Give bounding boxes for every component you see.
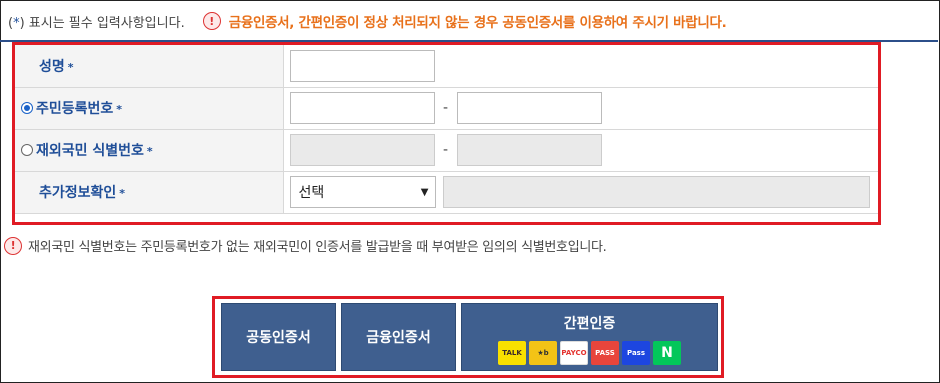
form-highlight-box <box>12 42 881 225</box>
naver-logo: N <box>653 341 681 365</box>
warning-text: 금융인증서, 간편인증이 정상 처리되지 않는 경우 공동인증서를 이용하여 주… <box>228 15 727 31</box>
simple-auth-title: 간편인증 <box>563 316 616 332</box>
info-note: ! 재외국민 식별번호는 주민등록번호가 없는 재외국민이 인증서를 발급받을 … <box>4 236 607 255</box>
simple-auth-button[interactable]: 간편인증 TALK ★b PAYCO PASS Pass N <box>461 303 718 371</box>
financial-certificate-button[interactable]: 금융인증서 <box>341 303 456 371</box>
joint-certificate-button[interactable]: 공동인증서 <box>221 303 336 371</box>
kb-logo: ★b <box>529 341 557 365</box>
payco-logo: PAYCO <box>560 341 588 365</box>
kakao-talk-logo: TALK <box>498 341 526 365</box>
samsung-pass-logo: Pass <box>622 341 650 365</box>
info-text: 재외국민 식별번호는 주민등록번호가 없는 재외국민이 인증서를 발급받을 때 … <box>28 240 607 255</box>
required-notice: (*) 표시는 필수 입력사항입니다. ! 금융인증서, 간편인증이 정상 처리… <box>8 10 727 32</box>
warning-icon: ! <box>202 12 221 30</box>
required-hint: (*) 표시는 필수 입력사항입니다. <box>8 15 185 31</box>
simple-auth-logos: TALK ★b PAYCO PASS Pass N <box>498 341 681 365</box>
info-warning-icon: ! <box>4 236 22 255</box>
pass-logo: PASS <box>591 341 619 365</box>
